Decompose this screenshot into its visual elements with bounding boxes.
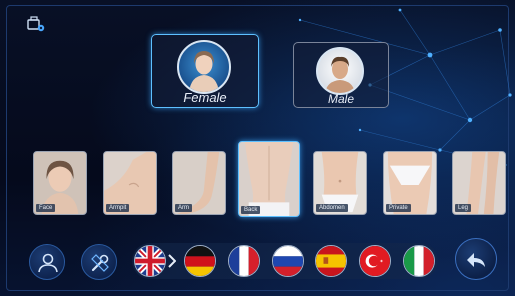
device-settings-icon[interactable] (26, 14, 46, 34)
back-button[interactable] (455, 238, 497, 280)
body-part-leg[interactable]: Leg (452, 151, 506, 215)
tools-icon (91, 254, 109, 272)
body-part-private[interactable]: Private (383, 151, 437, 215)
gender-option-female[interactable]: Female (151, 34, 259, 108)
body-part-label: Abdomen (316, 204, 348, 212)
female-avatar (177, 40, 231, 94)
flag-turkey-icon[interactable] (359, 245, 391, 277)
body-part-label: Back (241, 206, 261, 214)
body-part-label: Leg (455, 204, 472, 212)
body-part-arm[interactable]: Arm (172, 151, 226, 215)
flag-germany-icon[interactable] (184, 245, 216, 277)
body-part-face[interactable]: Face (33, 151, 87, 215)
body-part-label: Face (36, 204, 56, 212)
flag-russia-icon[interactable] (272, 245, 304, 277)
body-part-abdomen[interactable]: Abdomen (313, 151, 367, 215)
gender-label-female: Female (183, 90, 227, 105)
user-profile-button[interactable] (29, 244, 65, 280)
flag-spain-icon[interactable] (315, 245, 347, 277)
male-avatar (316, 47, 364, 95)
chevron-right-icon (168, 254, 176, 268)
treatment-selection-screen: Female Male Face Armpit Arm Back Abdomen… (0, 0, 515, 296)
gender-label-male: Male (327, 92, 354, 106)
flag-united-kingdom-icon[interactable] (134, 245, 166, 277)
flag-france-icon[interactable] (228, 245, 260, 277)
body-part-label: Private (386, 204, 411, 212)
flag-italy-icon[interactable] (403, 245, 435, 277)
tools-button[interactable] (81, 244, 117, 280)
body-part-back[interactable]: Back (238, 141, 300, 217)
body-part-label: Armpit (106, 204, 130, 212)
body-part-label: Arm (175, 204, 192, 212)
back-arrow-icon (467, 253, 485, 267)
user-profile-icon (38, 253, 58, 273)
gender-option-male[interactable]: Male (293, 42, 389, 108)
body-part-armpit[interactable]: Armpit (103, 151, 157, 215)
